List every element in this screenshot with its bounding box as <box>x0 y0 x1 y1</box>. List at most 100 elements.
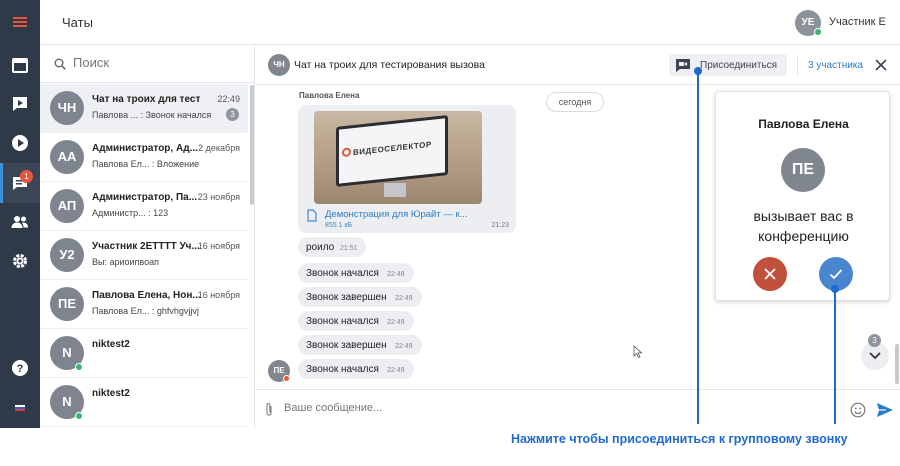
conversation-avatar: ЧН <box>268 54 290 76</box>
chat-list-scrollbar[interactable] <box>250 85 254 205</box>
chat-list-item[interactable]: N niktest2 <box>40 329 248 378</box>
chats-icon[interactable]: 1 <box>0 163 40 203</box>
paperclip-icon[interactable] <box>264 402 274 418</box>
message-composer <box>256 389 900 428</box>
message-bubble[interactable]: Звонок завершен 22:49 <box>298 335 422 355</box>
message-text: Звонок начался <box>306 364 379 375</box>
message-bubble[interactable]: Звонок начался 22:49 <box>298 311 414 331</box>
close-icon[interactable] <box>874 58 888 72</box>
message-bubble[interactable]: Звонок начался 22:48 <box>298 263 414 283</box>
attachment-message[interactable]: ВИДЕОСЕЛЕКТОР Демонстрация для Юрайт — к… <box>298 105 516 233</box>
call-invitation-text: вызывает вас в конференцию <box>753 208 854 244</box>
message-time: 21:51 <box>340 245 358 252</box>
join-call-button[interactable]: Присоединиться <box>669 54 787 76</box>
message-time: 22:49 <box>387 367 405 374</box>
annotation-pointer-dot <box>694 67 702 75</box>
chat-time: 23 ноября <box>197 192 240 202</box>
chat-list-item[interactable]: ЧН Чат на троих для тестир... 22:49 Павл… <box>40 84 248 133</box>
chat-title: Администратор, Па... <box>92 192 198 203</box>
chat-last-message: Павлова Ел... : Вложение <box>92 159 200 169</box>
chat-last-message: Вы: ариоипвоап <box>92 257 159 267</box>
unread-badge: 1 <box>20 170 33 183</box>
message-time: 21:23 <box>491 222 509 229</box>
message-text: роило <box>306 242 335 253</box>
search-input[interactable] <box>73 55 243 70</box>
emoji-icon[interactable] <box>850 402 866 418</box>
monitor-stand <box>384 183 406 197</box>
mouse-cursor-icon <box>633 345 643 358</box>
online-status-dot <box>814 28 822 36</box>
chat-time: 2 декабря <box>198 143 240 153</box>
decline-icon <box>764 268 776 280</box>
chat-avatar: АА <box>50 140 84 174</box>
chat-list-item[interactable]: У2 Участник 2ЕТТТТ Уч... 16 ноября Вы: а… <box>40 231 248 280</box>
message-text: Звонок начался <box>306 316 379 327</box>
chat-time: 16 ноября <box>197 241 240 251</box>
search-icon <box>54 58 66 70</box>
calendar-icon[interactable] <box>0 45 40 85</box>
help-icon[interactable]: ? <box>0 348 40 388</box>
checkmark-icon <box>829 269 843 280</box>
chat-avatar: У2 <box>50 238 84 272</box>
join-call-label: Присоединиться <box>700 60 778 71</box>
annotation-pointer-dot <box>831 285 839 293</box>
video-chat-icon[interactable] <box>0 84 40 124</box>
participants-link[interactable]: 3 участника <box>808 60 863 71</box>
send-icon[interactable] <box>876 402 894 418</box>
chat-avatar: ПЕ <box>50 287 84 321</box>
attachment-name[interactable]: Демонстрация для Юрайт — к... <box>325 209 480 220</box>
chat-avatar: ЧН <box>50 91 84 125</box>
chat-title: niktest2 <box>92 388 130 399</box>
contacts-icon[interactable] <box>0 202 40 242</box>
monitor-illustration: ВИДЕОСЕЛЕКТОР <box>336 115 448 187</box>
language-flag-icon[interactable] <box>0 388 40 428</box>
left-rail: 1 ? <box>0 0 40 428</box>
search-bar <box>40 45 254 83</box>
settings-icon[interactable] <box>0 241 40 281</box>
chat-last-message: Павлова Ел... : ghfvhgvjjvj <box>92 306 199 316</box>
video-call-icon <box>676 59 690 72</box>
chat-time: 16 ноября <box>197 290 240 300</box>
logo-icon <box>342 147 351 158</box>
unread-count-badge: 3 <box>226 108 239 121</box>
page-title: Чаты <box>62 15 93 30</box>
chat-list-item[interactable]: АП Администратор, Па... 23 ноября Админи… <box>40 182 248 231</box>
message-bubble[interactable]: Звонок завершен 22:49 <box>298 287 422 307</box>
app-header: Чаты УЕ Участник Е <box>40 0 900 45</box>
message-time: 22:49 <box>395 295 413 302</box>
incoming-call-card: Павлова Елена ПЕ вызывает вас в конферен… <box>715 91 890 301</box>
chat-title: Участник 2ЕТТТТ Уч... <box>92 241 200 252</box>
file-icon <box>307 209 317 222</box>
conversation-title: Чат на троих для тестирования вызова <box>294 59 485 71</box>
annotation-pointer-line <box>834 288 836 424</box>
attachment-preview[interactable]: ВИДЕОСЕЛЕКТОР <box>314 111 482 204</box>
chat-last-message: Павлова ... : Звонок начался <box>92 110 212 120</box>
online-status-dot <box>75 363 83 371</box>
chat-title: Павлова Елена, Нон... <box>92 290 200 301</box>
chat-list-item[interactable]: АА Администратор, Ад... 2 декабря Павлов… <box>40 133 248 182</box>
message-text: Звонок начался <box>306 268 379 279</box>
chat-title: Администратор, Ад... <box>92 143 198 154</box>
message-input[interactable] <box>284 402 824 414</box>
chat-list-item[interactable]: ПЕ Павлова Елена, Нон... 16 ноября Павло… <box>40 280 248 329</box>
user-name[interactable]: Участник Е <box>829 16 886 28</box>
decline-call-button[interactable] <box>753 257 787 291</box>
menu-icon[interactable] <box>0 2 40 42</box>
sender-status-dot <box>283 375 290 382</box>
chat-avatar: АП <box>50 189 84 223</box>
message-sender: Павлова Елена <box>299 91 360 100</box>
message-time: 22:49 <box>395 343 413 350</box>
message-text: Звонок завершен <box>306 292 387 303</box>
online-status-dot <box>75 412 83 420</box>
chat-list-item[interactable]: N niktest2 <box>40 378 248 427</box>
message-bubble[interactable]: Звонок начался 22:49 <box>298 359 414 379</box>
header-divider <box>797 55 798 75</box>
message-scrollbar[interactable] <box>895 344 899 384</box>
message-bubble[interactable]: роило 21:51 <box>298 237 366 257</box>
chat-title: niktest2 <box>92 339 130 350</box>
message-text: Звонок завершен <box>306 340 387 351</box>
chat-title: Чат на троих для тестир... <box>92 94 200 105</box>
chat-time: 22:49 <box>217 94 240 104</box>
play-icon[interactable] <box>0 123 40 163</box>
date-separator: сегодня <box>546 92 604 112</box>
